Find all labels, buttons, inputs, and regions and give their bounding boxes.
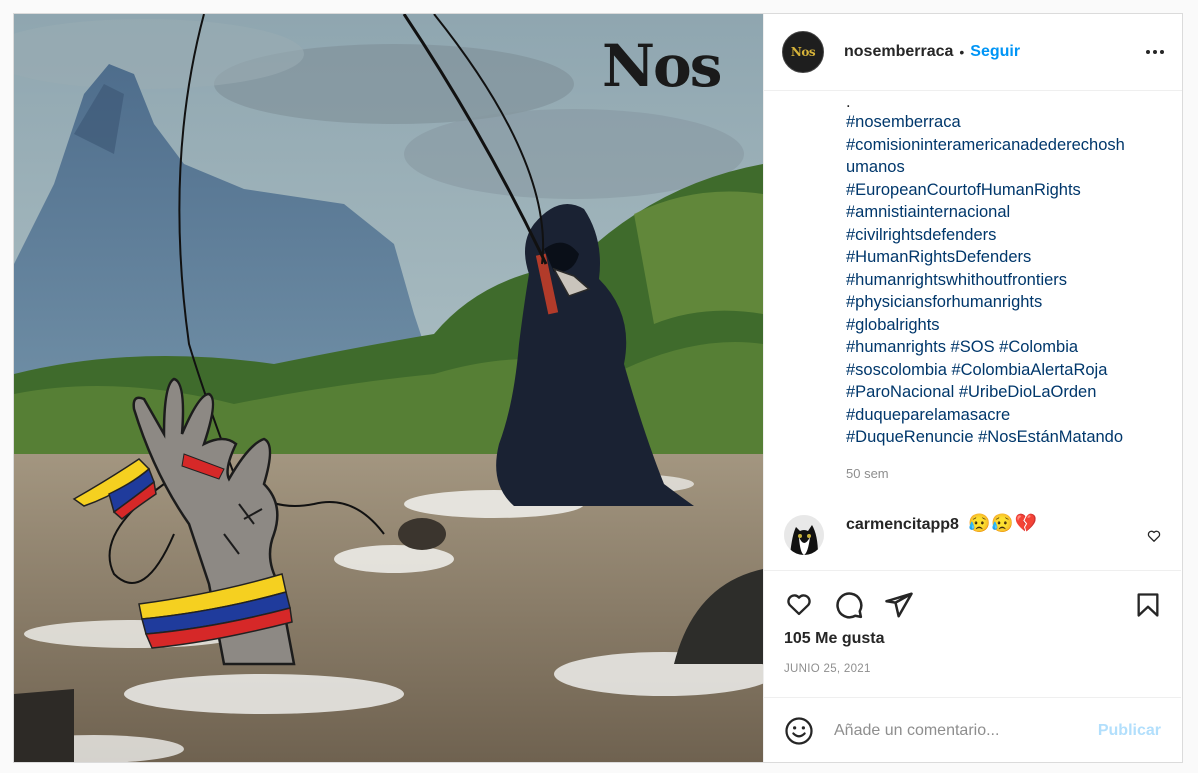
hashtag-line[interactable]: #civilrightsdefenders — [846, 224, 1156, 247]
more-horizontal-icon[interactable] — [1140, 44, 1164, 60]
caption-time[interactable]: 50 sem — [846, 466, 889, 481]
comment-input[interactable] — [834, 718, 1084, 744]
comment-icon[interactable] — [834, 590, 864, 620]
hashtag-list: . #nosemberraca #comisioninteramericanad… — [846, 93, 1156, 449]
hashtag-line[interactable]: #soscolombia #ColombiaAlertaRoja — [846, 359, 1156, 382]
hashtag-line[interactable]: #globalrights — [846, 314, 1156, 337]
hashtag-line[interactable]: #amnistiainternacional — [846, 201, 1156, 224]
post-header: Nos nosemberraca • Seguir — [764, 14, 1182, 91]
hashtag-line[interactable]: #humanrights #SOS #Colombia — [846, 336, 1156, 359]
action-bar — [764, 574, 1181, 624]
paper-plane-icon[interactable] — [884, 590, 914, 620]
heart-icon[interactable] — [784, 590, 814, 618]
hashtag-line[interactable]: #DuqueRenuncie #NosEstánMatando — [846, 426, 1156, 449]
caption: . #nosemberraca #comisioninteramericanad… — [764, 91, 1181, 501]
hashtag-line[interactable]: #EuropeanCourtofHumanRights — [846, 179, 1156, 202]
hashtag-line[interactable]: umanos — [846, 156, 1156, 179]
publish-button[interactable]: Publicar — [1098, 722, 1161, 740]
bookmark-icon[interactable] — [1134, 590, 1162, 620]
hashtag-line[interactable]: #HumanRightsDefenders — [846, 246, 1156, 269]
hashtag-line[interactable]: #humanrightswhithoutfrontiers — [846, 269, 1156, 292]
commenter-username[interactable]: carmencitapp8 — [846, 516, 959, 534]
post-dialog: Nos Nos nosemberraca • Seguir . #nosembe… — [13, 13, 1183, 763]
likes-count[interactable]: 105 Me gusta — [784, 630, 884, 648]
heart-outline-small-icon[interactable] — [1147, 529, 1161, 543]
cat-avatar-image — [784, 515, 824, 555]
hashtag-line[interactable]: #duqueparelamasacre — [846, 404, 1156, 427]
watermark-text: Nos — [602, 32, 722, 100]
post-sidebar: Nos nosemberraca • Seguir . #nosemberrac… — [763, 14, 1182, 762]
username-link[interactable]: nosemberraca — [844, 43, 953, 61]
avatar-logo: Nos — [790, 45, 816, 59]
comment-row: carmencitapp8 😥😥💔 — [764, 501, 1181, 571]
watermark-logo: Nos — [602, 32, 722, 100]
separator: • — [959, 44, 965, 60]
post-illustration — [14, 14, 763, 762]
smiley-icon[interactable] — [784, 716, 814, 746]
avatar[interactable]: Nos — [782, 31, 824, 73]
comment-text: 😥😥💔 — [968, 513, 1039, 533]
caption-period: . — [846, 93, 851, 111]
follow-button[interactable]: Seguir — [970, 43, 1020, 61]
hashtag-line[interactable]: #ParoNacional #UribeDioLaOrden — [846, 381, 1156, 404]
post-date[interactable]: JUNIO 25, 2021 — [784, 663, 871, 675]
hashtag-line[interactable]: #nosemberraca — [846, 111, 1156, 134]
commenter-avatar[interactable] — [784, 515, 824, 555]
post-image[interactable]: Nos — [14, 14, 763, 762]
add-comment-form: Publicar — [764, 697, 1181, 762]
hashtag-line[interactable]: #comisioninteramericanadederechosh — [846, 134, 1156, 157]
hashtag-line[interactable]: #physiciansforhumanrights — [846, 291, 1156, 314]
